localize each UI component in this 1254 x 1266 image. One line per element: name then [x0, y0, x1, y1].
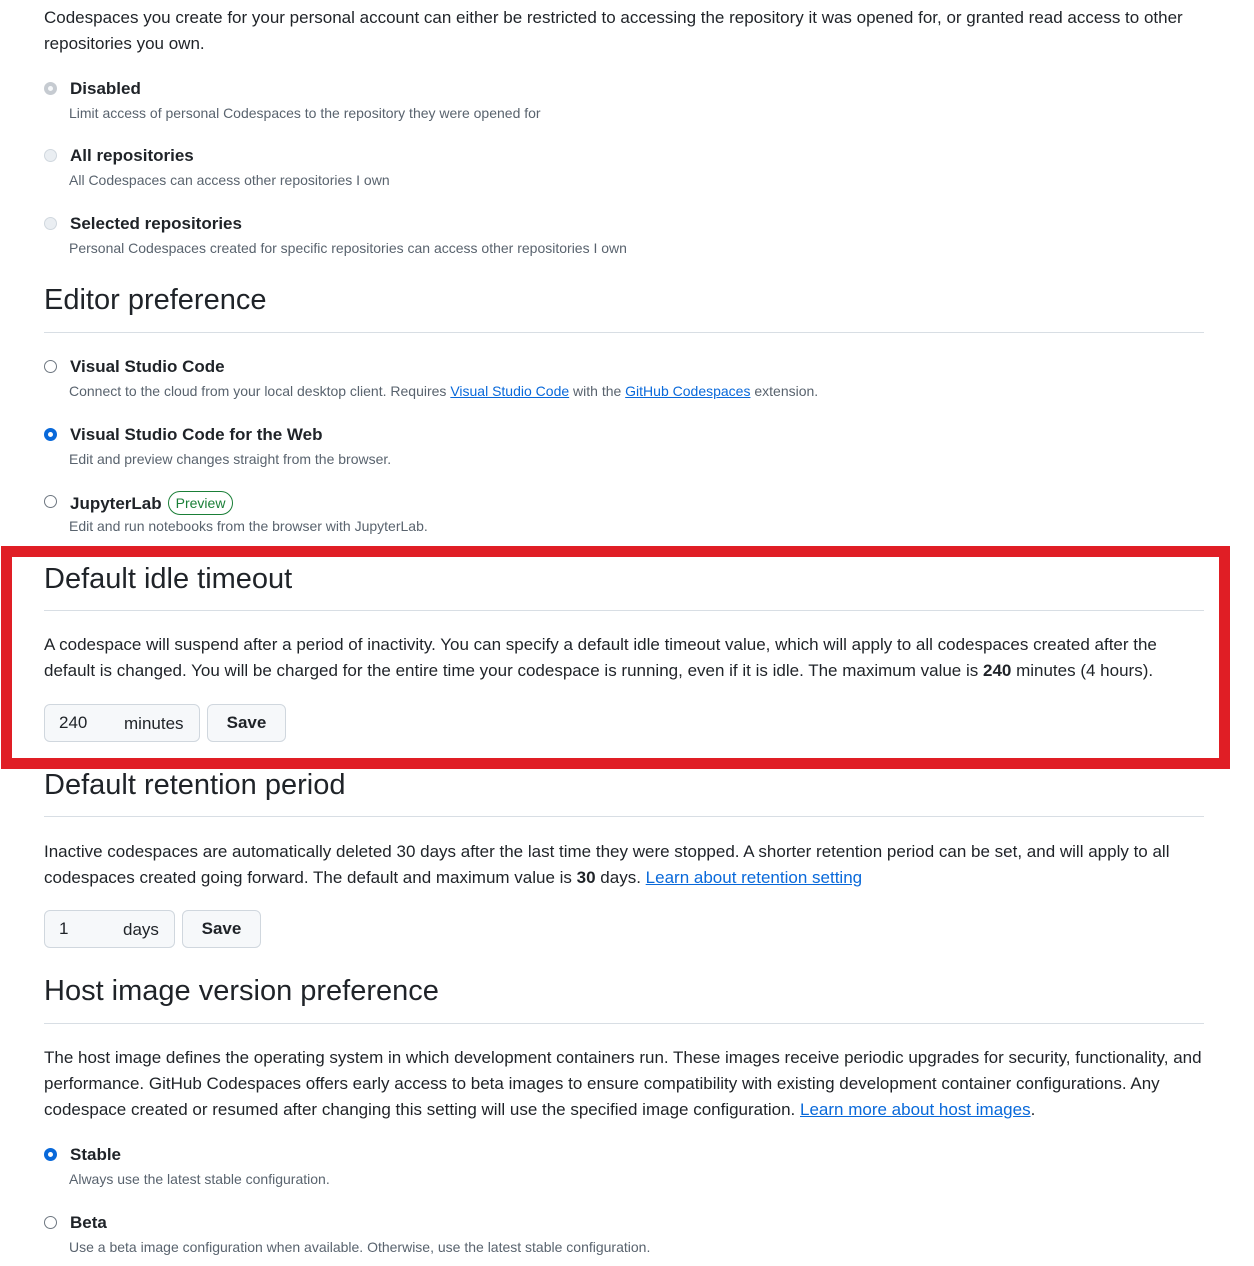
radio-vscode-web[interactable] — [44, 428, 57, 441]
host-option-label[interactable]: Beta — [70, 1212, 107, 1234]
desc-text: extension. — [750, 383, 819, 399]
idle-timeout-save-button[interactable]: Save — [207, 704, 286, 742]
visual-studio-code-link[interactable]: Visual Studio Code — [450, 383, 569, 399]
jupyterlab-label[interactable]: JupyterLab — [70, 494, 162, 513]
github-codespaces-link[interactable]: GitHub Codespaces — [625, 383, 750, 399]
retention-period-description: Inactive codespaces are automatically de… — [44, 839, 1204, 891]
desc-text: days. — [595, 868, 646, 887]
radio-jupyterlab[interactable] — [44, 495, 57, 508]
divider — [44, 610, 1204, 611]
host-image-description: The host image defines the operating sys… — [44, 1045, 1204, 1123]
idle-timeout-input[interactable] — [46, 706, 116, 740]
radio-beta[interactable] — [44, 1216, 57, 1229]
host-image-title: Host image version preference — [44, 975, 439, 1007]
access-option-label: Disabled — [70, 79, 141, 98]
radio-disabled — [44, 82, 57, 95]
host-option-desc: Always use the latest stable configurati… — [69, 1171, 330, 1187]
idle-timeout-title: Default idle timeout — [44, 563, 293, 595]
divider — [44, 816, 1204, 817]
desc-text: minutes (4 hours). — [1011, 661, 1154, 680]
preview-badge: Preview — [167, 491, 234, 515]
host-option-desc: Use a beta image configuration when avai… — [69, 1239, 651, 1255]
max-value: 30 — [576, 868, 596, 887]
desc-text: . — [1030, 1100, 1036, 1119]
desc-text: with the — [569, 383, 626, 399]
retention-input[interactable] — [46, 912, 118, 946]
access-option-label: All repositories — [70, 146, 194, 165]
idle-timeout-description: A codespace will suspend after a period … — [44, 632, 1204, 684]
editor-option-desc: Edit and preview changes straight from t… — [69, 451, 392, 467]
host-option-label[interactable]: Stable — [70, 1144, 121, 1166]
editor-option-label[interactable]: JupyterLab Preview — [70, 491, 234, 515]
desc-text: Connect to the cloud from your local des… — [69, 383, 451, 399]
access-option-desc: Personal Codespaces created for specific… — [69, 240, 627, 256]
divider — [44, 1023, 1204, 1024]
learn-host-images-link[interactable]: Learn more about host images — [800, 1100, 1031, 1119]
editor-preference-title: Editor preference — [44, 284, 267, 316]
divider — [44, 332, 1204, 333]
editor-option-label[interactable]: Visual Studio Code — [70, 356, 225, 378]
editor-option-desc: Connect to the cloud from your local des… — [69, 381, 818, 401]
access-intro: Codespaces you create for your personal … — [44, 8, 1183, 53]
access-option-desc: All Codespaces can access other reposito… — [69, 172, 390, 188]
access-option-desc: Limit access of personal Codespaces to t… — [69, 105, 541, 121]
radio-vscode[interactable] — [44, 360, 57, 373]
radio-selected-repositories — [44, 217, 57, 230]
radio-all-repositories — [44, 149, 57, 162]
retention-unit: days — [123, 920, 159, 939]
idle-timeout-unit: minutes — [124, 714, 184, 733]
radio-stable[interactable] — [44, 1148, 57, 1161]
max-value: 240 — [982, 661, 1012, 680]
learn-retention-link[interactable]: Learn about retention setting — [646, 868, 862, 887]
idle-timeout-input-group: minutes — [44, 704, 200, 742]
editor-option-label[interactable]: Visual Studio Code for the Web — [70, 424, 323, 446]
editor-option-desc: Edit and run notebooks from the browser … — [69, 518, 428, 534]
retention-input-group: days — [44, 910, 175, 948]
access-option-label: Selected repositories — [70, 214, 242, 233]
retention-period-title: Default retention period — [44, 769, 346, 801]
retention-save-button[interactable]: Save — [182, 910, 261, 948]
